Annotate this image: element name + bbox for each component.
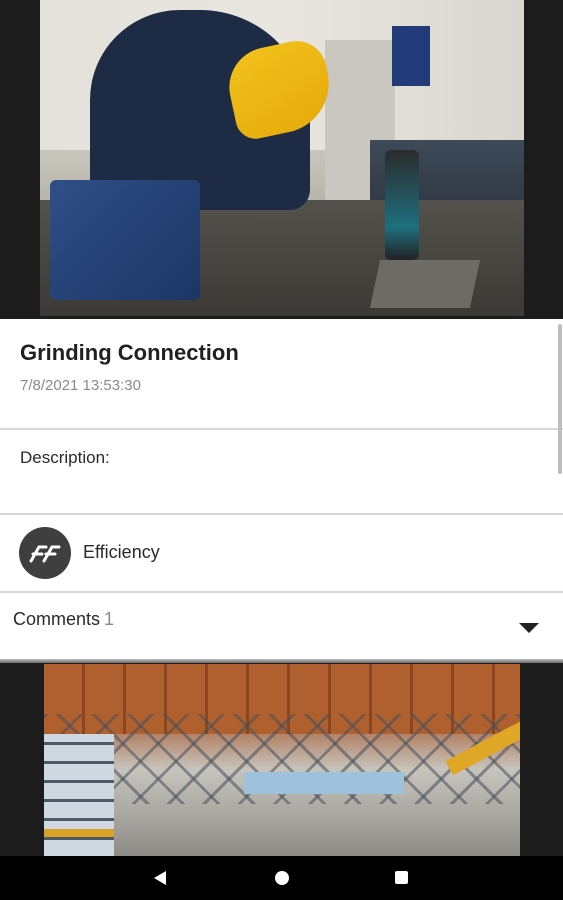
post-card: Grinding Connection 7/8/2021 13:53:30 De…	[0, 319, 563, 661]
post-title: Grinding Connection	[20, 340, 239, 365]
comments-count: 1	[104, 609, 115, 629]
system-nav-bar	[0, 856, 563, 900]
comments-label-text: Comments	[13, 609, 101, 629]
description-label: Description:	[20, 448, 110, 467]
comments-toggle[interactable]: Comments 1	[0, 593, 563, 659]
post-photo-workshop[interactable]	[40, 0, 524, 316]
photo-windows	[44, 734, 114, 856]
comments-label: Comments 1	[13, 609, 114, 630]
photo-vise	[50, 180, 200, 300]
photo-poster	[392, 26, 430, 86]
caret-down-icon[interactable]	[519, 623, 539, 633]
photo-beam	[44, 829, 114, 837]
scrollbar[interactable]	[558, 324, 562, 474]
post-timestamp: 7/8/2021 13:53:30	[20, 377, 141, 394]
ff-logo-icon	[19, 527, 71, 579]
back-triangle-icon[interactable]	[154, 871, 166, 885]
divider	[0, 428, 563, 430]
post-photo-factory-hall[interactable]	[44, 664, 520, 856]
category-label: Efficiency	[83, 542, 160, 562]
category-row[interactable]: Efficiency	[0, 515, 563, 591]
photo-drill	[385, 150, 419, 260]
photo-toolbox	[369, 260, 481, 308]
recents-square-icon[interactable]	[395, 871, 408, 884]
app-screen: Grinding Connection 7/8/2021 13:53:30 De…	[0, 0, 563, 900]
card-shadow	[0, 659, 563, 663]
home-circle-icon[interactable]	[275, 871, 289, 885]
photo-skylight	[244, 772, 404, 794]
